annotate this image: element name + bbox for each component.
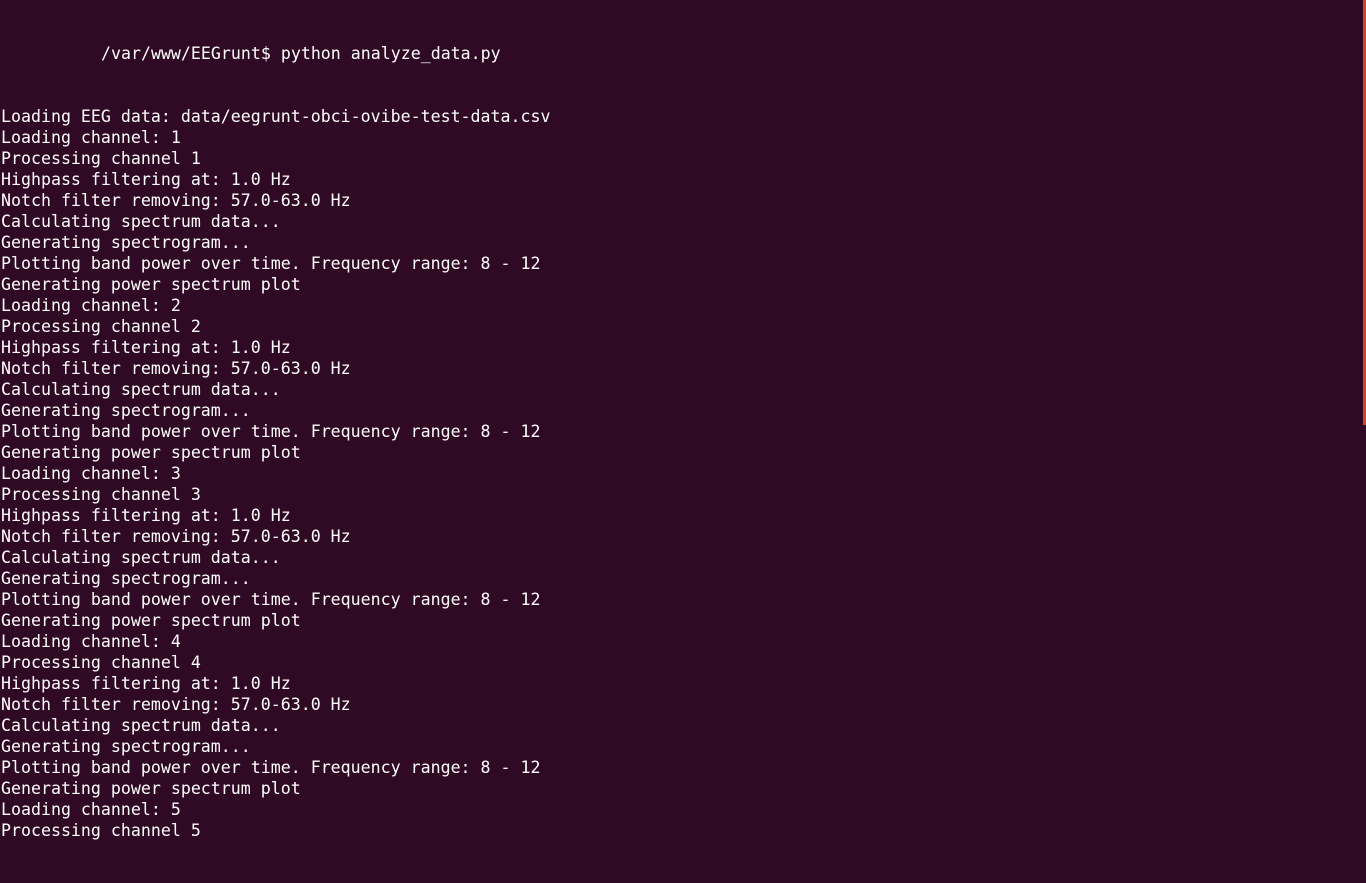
output-line: Generating spectrogram... xyxy=(1,233,251,252)
output-line: Calculating spectrum data... xyxy=(1,716,281,735)
output-line: Processing channel 4 xyxy=(1,653,201,672)
output-line: Loading channel: 4 xyxy=(1,632,181,651)
output-line: Loading EEG data: data/eegrunt-obci-ovib… xyxy=(1,107,551,126)
output-line: Loading channel: 5 xyxy=(1,800,181,819)
output-line: Calculating spectrum data... xyxy=(1,380,281,399)
output-line: Generating power spectrum plot xyxy=(1,443,301,462)
output-line: Highpass filtering at: 1.0 Hz xyxy=(1,338,291,357)
output-line: Loading channel: 2 xyxy=(1,296,181,315)
output-line: Loading channel: 3 xyxy=(1,464,181,483)
output-line: Processing channel 1 xyxy=(1,149,201,168)
output-line: Highpass filtering at: 1.0 Hz xyxy=(1,506,291,525)
output-line: Notch filter removing: 57.0-63.0 Hz xyxy=(1,191,351,210)
output-line: Processing channel 3 xyxy=(1,485,201,504)
output-line: Notch filter removing: 57.0-63.0 Hz xyxy=(1,695,351,714)
output-line: Loading channel: 1 xyxy=(1,128,181,147)
output-line: Plotting band power over time. Frequency… xyxy=(1,590,541,609)
terminal-output[interactable]: /var/www/EEGrunt$ python analyze_data.py… xyxy=(1,1,550,883)
output-line: Generating spectrogram... xyxy=(1,737,251,756)
output-line: Highpass filtering at: 1.0 Hz xyxy=(1,170,291,189)
output-line: Generating spectrogram... xyxy=(1,569,251,588)
prompt-cwd: /var/www/EEGrunt$ xyxy=(101,44,271,63)
prompt-line: /var/www/EEGrunt$ python analyze_data.py xyxy=(1,43,550,64)
output-line: Notch filter removing: 57.0-63.0 Hz xyxy=(1,527,351,546)
output-line: Calculating spectrum data... xyxy=(1,548,281,567)
terminal-window[interactable]: /var/www/EEGrunt$ python analyze_data.py… xyxy=(0,0,1366,840)
output-line: Generating power spectrum plot xyxy=(1,275,301,294)
output-line: Generating power spectrum plot xyxy=(1,611,301,630)
output-line: Calculating spectrum data... xyxy=(1,212,281,231)
output-line: Generating spectrogram... xyxy=(1,401,251,420)
output-line: Plotting band power over time. Frequency… xyxy=(1,254,541,273)
output-line: Processing channel 5 xyxy=(1,821,201,840)
output-line: Generating power spectrum plot xyxy=(1,779,301,798)
output-line: Plotting band power over time. Frequency… xyxy=(1,422,541,441)
prompt-command: python analyze_data.py xyxy=(280,44,501,63)
output-line: Processing channel 2 xyxy=(1,317,201,336)
output-line: Notch filter removing: 57.0-63.0 Hz xyxy=(1,359,351,378)
output-lines: Loading EEG data: data/eegrunt-obci-ovib… xyxy=(1,106,550,841)
output-line: Highpass filtering at: 1.0 Hz xyxy=(1,674,291,693)
